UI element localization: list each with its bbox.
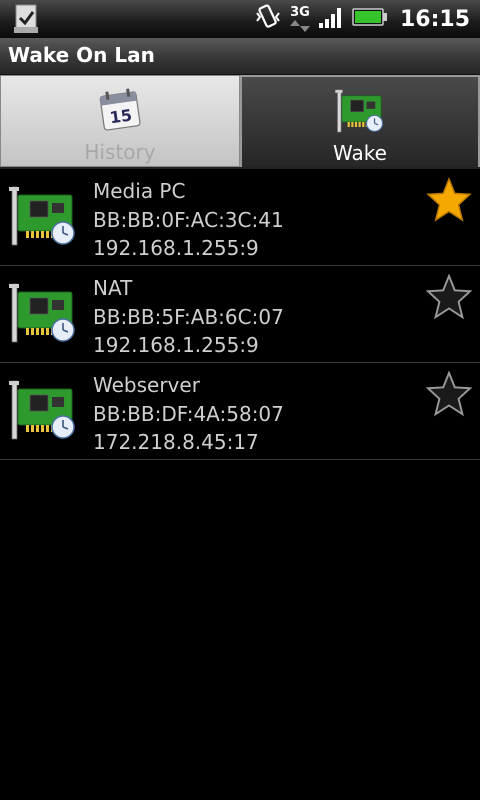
device-name: Media PC [93, 179, 186, 203]
title-bar: Wake On Lan [0, 38, 480, 75]
device-mac: BB:BB:0F:AC:3C:41 [93, 207, 284, 232]
status-icons: 3G 16:15 [254, 0, 470, 38]
list-item[interactable]: Webserver BB:BB:DF:4A:58:07 172.218.8.45… [0, 363, 480, 460]
star-filled-icon[interactable] [426, 177, 472, 223]
calendar-icon: 15 [99, 88, 141, 131]
star-outline-icon[interactable] [426, 371, 472, 417]
svg-text:15: 15 [109, 105, 134, 127]
tab-wake-label: Wake [333, 141, 387, 165]
device-info: Webserver BB:BB:DF:4A:58:07 172.218.8.45… [93, 371, 284, 457]
battery-icon [352, 7, 388, 31]
network-card-icon [8, 377, 78, 443]
network-card-icon [334, 87, 386, 135]
device-name: NAT [93, 276, 133, 300]
device-address: 192.168.1.255:9 [93, 236, 259, 260]
tab-history[interactable]: 15 History [0, 75, 240, 167]
app-title: Wake On Lan [8, 43, 155, 67]
download-complete-icon[interactable] [12, 3, 42, 35]
device-info: Media PC BB:BB:0F:AC:3C:41 192.168.1.255… [93, 177, 284, 263]
network-card-icon [8, 183, 78, 249]
list-item[interactable]: Media PC BB:BB:0F:AC:3C:41 192.168.1.255… [0, 169, 480, 266]
signal-strength-icon [318, 5, 344, 33]
status-bar: 3G 16:15 [0, 0, 480, 38]
tab-wake[interactable]: Wake [240, 75, 480, 167]
network-card-icon [8, 280, 78, 346]
network-type-label: 3G [290, 5, 310, 20]
list-item[interactable]: NAT BB:BB:5F:AB:6C:07 192.168.1.255:9 [0, 266, 480, 363]
vibrate-icon [254, 3, 282, 35]
device-mac: BB:BB:DF:4A:58:07 [93, 401, 284, 426]
tab-history-label: History [84, 140, 156, 164]
device-address: 172.218.8.45:17 [93, 430, 259, 454]
device-mac: BB:BB:5F:AB:6C:07 [93, 304, 284, 329]
device-info: NAT BB:BB:5F:AB:6C:07 192.168.1.255:9 [93, 274, 284, 360]
clock: 16:15 [399, 6, 470, 32]
device-name: Webserver [93, 373, 200, 397]
star-outline-icon[interactable] [426, 274, 472, 320]
network-3g-indicator: 3G [289, 5, 310, 32]
device-list: Media PC BB:BB:0F:AC:3C:41 192.168.1.255… [0, 169, 480, 460]
screen: 3G 16:15 Wake On Lan 15 History Wake Med… [0, 0, 480, 800]
data-arrows-icon [289, 20, 310, 32]
tab-bar: 15 History Wake [0, 75, 480, 169]
device-address: 192.168.1.255:9 [93, 333, 259, 357]
